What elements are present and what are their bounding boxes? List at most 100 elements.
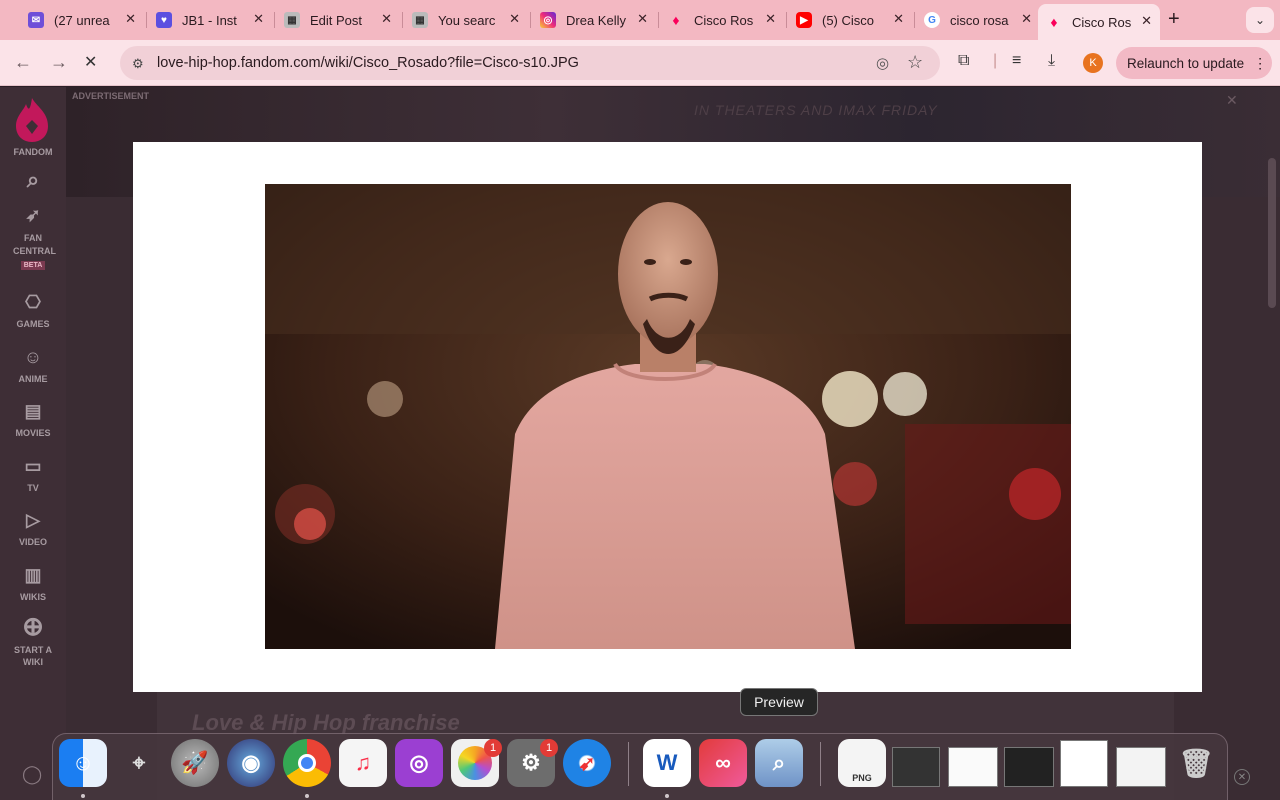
- fandom-logo-label[interactable]: FANDOM: [0, 147, 66, 157]
- tab-2[interactable]: ♥ JB1 - Inst ✕: [148, 6, 272, 34]
- close-ad-icon[interactable]: ✕: [1226, 92, 1238, 109]
- heart-chat-icon: ♥: [156, 12, 172, 28]
- fandom-icon: ♦: [672, 12, 680, 28]
- site-icon: ▦: [412, 12, 428, 28]
- tab-title: (27 unrea: [54, 12, 110, 28]
- preview-icon[interactable]: ⌕: [755, 739, 803, 787]
- tab-strip: ✉ (27 unrea ✕ ♥ JB1 - Inst ✕ ▦ Edit Post…: [0, 0, 1280, 40]
- toolbar-divider: |: [993, 52, 998, 69]
- bookmark-star-icon[interactable]: ☆: [907, 52, 923, 73]
- nav-label: WIKIS: [20, 592, 46, 602]
- nav-label: VIDEO: [18, 537, 47, 547]
- tab-title: JB1 - Inst: [182, 12, 237, 28]
- close-icon[interactable]: ✕: [893, 11, 904, 27]
- instagram-icon: ◎: [540, 12, 556, 28]
- tab-5[interactable]: ◎ Drea Kelly ✕: [532, 6, 656, 34]
- fandom-logo-icon[interactable]: [14, 96, 50, 144]
- close-icon[interactable]: ✕: [637, 11, 648, 27]
- tab-search-button[interactable]: ⌄: [1246, 7, 1274, 33]
- user-account-icon[interactable]: ◯: [22, 764, 42, 785]
- tab-7[interactable]: ▶ (5) Cisco ✕: [788, 6, 912, 34]
- tab-title: Cisco Ros: [1072, 14, 1132, 30]
- tab-title: Cisco Ros: [694, 12, 754, 28]
- window-thumbnail[interactable]: [1004, 747, 1054, 787]
- nav-wikis[interactable]: ▥ WIKIS: [0, 565, 66, 602]
- tab-title: cisco rosa: [950, 12, 1009, 28]
- png-label: PNG: [852, 773, 872, 783]
- close-icon[interactable]: ✕: [1141, 13, 1152, 29]
- siri-icon[interactable]: ◉: [227, 739, 275, 787]
- chrome-icon[interactable]: [283, 739, 331, 787]
- nav-movies[interactable]: ▤ MOVIES: [0, 401, 66, 438]
- eye-off-icon[interactable]: ◎: [876, 54, 889, 72]
- tab-1[interactable]: ✉ (27 unrea ✕: [20, 6, 144, 34]
- tab-active[interactable]: ♦ Cisco Ros ✕: [1038, 4, 1160, 40]
- fandom-sidebar: FANDOM ⌕ ➶ FAN CENTRAL BETA ⎔ GAMES ☺ AN…: [0, 87, 66, 800]
- search-button[interactable]: ⌕: [0, 167, 66, 199]
- close-icon[interactable]: ✕: [1234, 769, 1250, 785]
- stop-loading-icon[interactable]: ✕: [84, 52, 97, 72]
- nav-video[interactable]: ▷ VIDEO: [0, 510, 66, 547]
- address-bar[interactable]: ⚙ love-hip-hop.fandom.com/wiki/Cisco_Ros…: [120, 46, 940, 80]
- safari-icon[interactable]: ➹: [563, 739, 611, 787]
- youtube-icon: ▶: [796, 12, 812, 28]
- tab-8[interactable]: G cisco rosa ✕: [916, 6, 1040, 34]
- forward-icon[interactable]: →: [50, 52, 68, 73]
- window-thumbnail[interactable]: [1060, 740, 1108, 787]
- nav-start-wiki[interactable]: ⊕ START A WIKI: [0, 611, 66, 668]
- close-icon[interactable]: ✕: [1021, 11, 1032, 27]
- book-icon: ▥: [24, 565, 42, 585]
- person-photo-image: [265, 184, 1071, 649]
- fandom-label: FANDOM: [13, 147, 53, 157]
- nav-games[interactable]: ⎔ GAMES: [0, 292, 66, 329]
- close-icon[interactable]: ✕: [765, 11, 776, 27]
- tab-6[interactable]: ♦ Cisco Ros ✕: [660, 6, 784, 34]
- window-thumbnail[interactable]: [948, 747, 998, 787]
- mail-icon: ✉: [28, 12, 44, 28]
- word-icon[interactable]: W: [643, 739, 691, 787]
- tab-3[interactable]: ▦ Edit Post ✕: [276, 6, 400, 34]
- profile-avatar[interactable]: K: [1083, 53, 1103, 73]
- nav-label: START A WIKI: [14, 645, 52, 667]
- tab-title: (5) Cisco: [822, 12, 875, 28]
- tab-title: You searc: [438, 12, 496, 28]
- dock-tooltip: Preview: [740, 688, 818, 716]
- extensions-icon[interactable]: ⧉: [958, 52, 969, 70]
- relaunch-label: Relaunch to update: [1127, 55, 1245, 71]
- new-tab-button[interactable]: +: [1168, 8, 1180, 31]
- back-icon[interactable]: ←: [14, 52, 32, 73]
- site-icon: ▦: [284, 12, 300, 28]
- site-settings-icon[interactable]: ⚙: [132, 56, 144, 72]
- clapper-icon: ▤: [24, 401, 42, 421]
- nav-tv[interactable]: ▭ TV: [0, 456, 66, 493]
- nav-label: ANIME: [18, 374, 48, 384]
- nav-fan-central[interactable]: ➶ FAN CENTRAL BETA: [0, 205, 66, 270]
- creative-cloud-icon[interactable]: ∞: [699, 739, 747, 787]
- podcasts-icon[interactable]: ◎: [395, 739, 443, 787]
- play-icon: ▷: [26, 510, 40, 530]
- tab-title: Drea Kelly: [566, 12, 626, 28]
- close-icon[interactable]: ✕: [125, 11, 136, 27]
- window-thumbnail[interactable]: [892, 747, 940, 787]
- nav-label: FAN CENTRAL: [13, 233, 56, 256]
- png-file-icon[interactable]: PNG: [838, 739, 886, 787]
- window-thumbnail[interactable]: [1116, 747, 1166, 787]
- tab-4[interactable]: ▦ You searc ✕: [404, 6, 528, 34]
- close-icon[interactable]: ✕: [381, 11, 392, 27]
- music-icon[interactable]: ♫: [339, 739, 387, 787]
- scrollbar[interactable]: [1268, 158, 1276, 308]
- media-control-icon[interactable]: ≡: [1012, 52, 1021, 70]
- url-text[interactable]: love-hip-hop.fandom.com/wiki/Cisco_Rosad…: [157, 55, 579, 71]
- instruments-icon[interactable]: ⌖: [115, 739, 163, 787]
- more-options-icon: ⋮: [1253, 54, 1268, 71]
- relaunch-button[interactable]: Relaunch to update ⋮: [1116, 47, 1272, 79]
- lightbox-photo[interactable]: [265, 184, 1071, 649]
- download-icon[interactable]: ⤓: [1048, 52, 1055, 70]
- nav-anime[interactable]: ☺ ANIME: [0, 347, 66, 384]
- trash-icon[interactable]: 🗑: [1172, 739, 1220, 787]
- close-icon[interactable]: ✕: [509, 11, 520, 27]
- close-icon[interactable]: ✕: [253, 11, 264, 27]
- finder-icon[interactable]: ☺: [59, 739, 107, 787]
- anime-icon: ☺: [23, 347, 43, 367]
- launchpad-icon[interactable]: 🚀: [171, 739, 219, 787]
